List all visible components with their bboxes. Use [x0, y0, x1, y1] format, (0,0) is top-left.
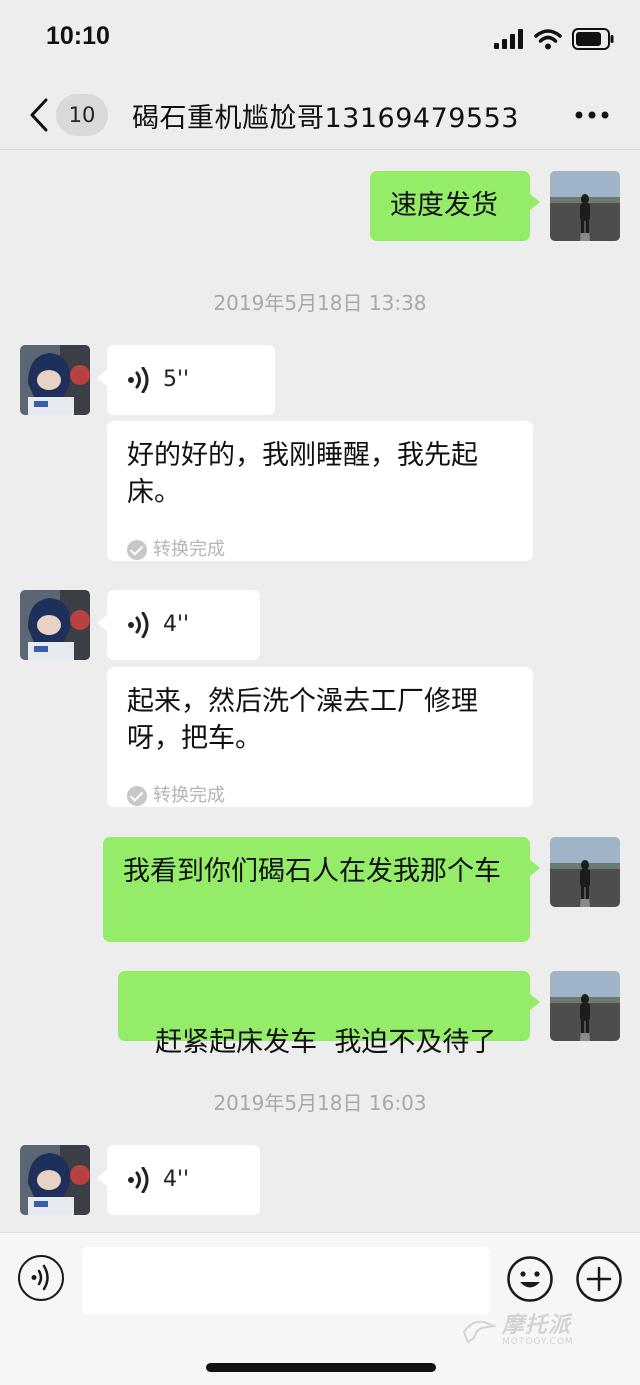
- check-circle-icon: [127, 785, 147, 806]
- status-time: 10:10: [46, 22, 110, 50]
- wifi-icon: [534, 28, 562, 49]
- emoji-icon[interactable]: [506, 1255, 554, 1303]
- voice-message-bubble[interactable]: 4'': [97, 1145, 260, 1215]
- voice-wave-icon: [128, 366, 149, 393]
- input-bar: 摩托派 MOTOOY.COM: [0, 1232, 640, 1385]
- voice-input-icon: [31, 1264, 49, 1291]
- outgoing-message-bubble[interactable]: 我看到你们碣石人在发我那个车: [103, 837, 540, 942]
- outgoing-message-bubble[interactable]: 赶紧起床发车 我迫不及待了: [118, 971, 540, 1058]
- status-bar: 10:10: [0, 0, 640, 80]
- message-timestamp: 2019年5月18日 16:03: [213, 1091, 427, 1115]
- voice-message-bubble[interactable]: 4'': [97, 590, 260, 660]
- watermark-sub: MOTOOY.COM: [502, 1337, 574, 1347]
- voice-transcript-card[interactable]: 起来，然后洗个澡去工厂修理呀，把车。 转换完成: [107, 667, 533, 807]
- watermark-main: 摩托派: [502, 1313, 572, 1338]
- voice-input-toggle[interactable]: [18, 1255, 64, 1301]
- home-indicator[interactable]: [206, 1363, 436, 1372]
- voice-message-content: 4'': [127, 1161, 240, 1198]
- road-figure-avatar-image: [550, 171, 620, 241]
- helmet-rider-avatar-image: [20, 590, 90, 660]
- message-text: 我看到你们碣石人在发我那个车: [123, 856, 501, 887]
- battery-icon: [572, 28, 614, 50]
- my-avatar[interactable]: [550, 837, 620, 907]
- back-chevron-icon: [30, 98, 48, 132]
- unread-count-badge: 10: [56, 94, 108, 136]
- voice-message-content: 5'': [127, 361, 255, 398]
- chat-header: 10 碣石重机尴尬哥13169479553: [0, 80, 640, 150]
- transcript-text: 起来，然后洗个澡去工厂修理呀，把车。: [127, 686, 478, 754]
- voice-message-content: 4'': [127, 606, 240, 643]
- my-avatar[interactable]: [550, 971, 620, 1041]
- helmet-rider-avatar-image: [20, 1145, 90, 1215]
- message-input[interactable]: [82, 1247, 490, 1315]
- message-text: 赶紧起床发车 我迫不及待了: [155, 1027, 497, 1058]
- contact-avatar[interactable]: [20, 345, 90, 415]
- message-text: 速度发货: [390, 190, 498, 221]
- contact-avatar[interactable]: [20, 1145, 90, 1215]
- plus-icon[interactable]: [575, 1255, 623, 1303]
- convert-status-label: 转换完成: [153, 785, 225, 806]
- helmet-rider-avatar-image: [20, 345, 90, 415]
- transcript-text: 好的好的，我刚睡醒，我先起床。: [127, 440, 478, 508]
- back-button[interactable]: 10: [22, 94, 112, 136]
- voice-duration: 4'': [163, 1167, 190, 1192]
- road-figure-avatar-image: [550, 971, 620, 1041]
- road-figure-avatar-image: [550, 837, 620, 907]
- motorcycle-logo-icon: [462, 1320, 496, 1344]
- my-avatar[interactable]: [550, 171, 620, 241]
- voice-duration: 4'': [163, 612, 190, 637]
- voice-wave-icon: [128, 611, 149, 638]
- voice-wave-icon: [128, 1166, 149, 1193]
- more-icon[interactable]: [574, 100, 610, 130]
- message-timestamp: 2019年5月18日 13:38: [213, 291, 427, 315]
- voice-duration: 5'': [163, 367, 190, 392]
- voice-message-bubble[interactable]: 5'': [97, 345, 275, 415]
- status-icons: [494, 26, 614, 52]
- contact-avatar[interactable]: [20, 590, 90, 660]
- watermark: 摩托派 MOTOOY.COM: [462, 1315, 574, 1347]
- voice-transcript-card[interactable]: 好的好的，我刚睡醒，我先起床。 转换完成: [107, 421, 533, 561]
- signal-icon: [494, 29, 523, 49]
- outgoing-message-bubble[interactable]: 速度发货: [370, 171, 540, 241]
- convert-status: 转换完成: [127, 531, 513, 568]
- check-circle-icon: [127, 539, 147, 560]
- convert-status-label: 转换完成: [153, 539, 225, 560]
- chat-title: 碣石重机尴尬哥13169479553: [132, 103, 519, 134]
- convert-status: 转换完成: [127, 777, 513, 814]
